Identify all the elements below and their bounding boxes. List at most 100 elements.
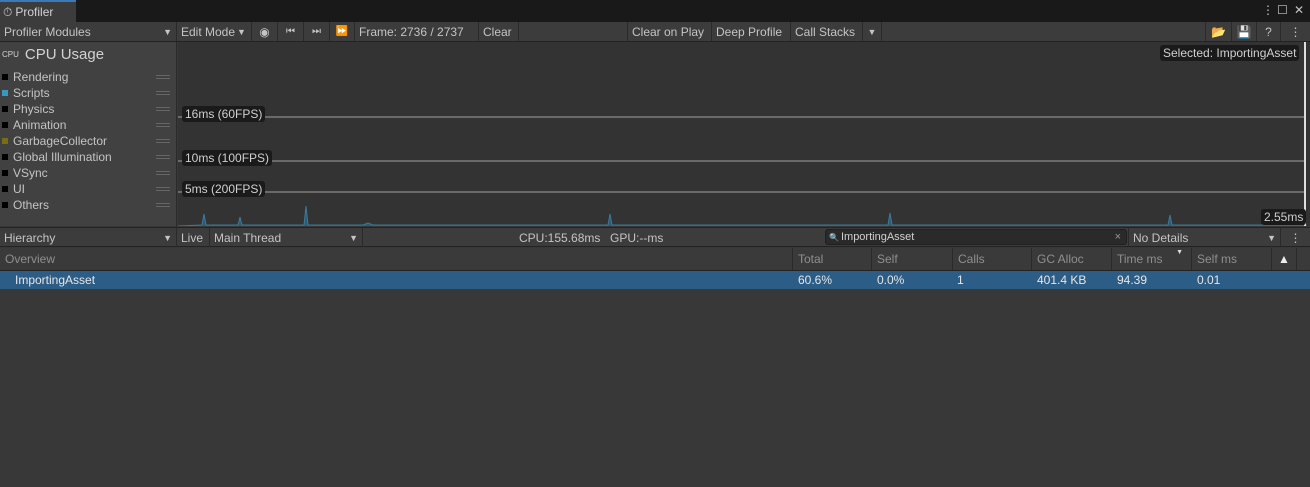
thread-dropdown[interactable]: Main Thread ▼ xyxy=(210,228,363,247)
drag-handle-icon[interactable] xyxy=(156,171,170,175)
color-swatch[interactable] xyxy=(2,122,8,128)
color-swatch[interactable] xyxy=(2,90,8,96)
view-dropdown[interactable]: Hierarchy ▼ xyxy=(0,228,177,247)
legend-label: Others xyxy=(13,198,50,212)
call-stacks-button[interactable]: Call Stacks xyxy=(791,22,863,41)
step-forward-icon: ⏭ xyxy=(312,26,321,37)
deep-profile-button[interactable]: Deep Profile xyxy=(712,22,791,41)
chevron-down-icon: ▼ xyxy=(349,232,358,243)
clear-button[interactable]: Clear xyxy=(479,22,519,41)
current-frame-button[interactable]: ⏩ xyxy=(330,22,355,41)
module-title: CPU Usage xyxy=(24,46,105,63)
legend-item-global-illumination[interactable]: Global Illumination xyxy=(2,149,174,165)
title-bar: ⏱ Profiler ⋮ ☐ ✕ xyxy=(0,0,1310,22)
legend-item-rendering[interactable]: Rendering xyxy=(2,69,174,85)
record-button[interactable]: ◉ xyxy=(252,22,278,41)
row-name: ImportingAsset xyxy=(15,273,96,287)
cpu-icon: CPU xyxy=(2,50,19,59)
table-row[interactable]: ImportingAsset 60.6% 0.0% 1 401.4 KB 94.… xyxy=(0,271,1310,289)
save-button[interactable]: 💾 xyxy=(1232,22,1257,41)
legend-item-physics[interactable]: Physics xyxy=(2,101,174,117)
legend-label: Rendering xyxy=(13,70,69,84)
legend-item-ui[interactable]: UI xyxy=(2,181,174,197)
row-calls: 1 xyxy=(957,273,964,287)
cpu-module-panel[interactable]: CPU CPU Usage Rendering Scripts Physics Anim… xyxy=(0,42,177,226)
sort-desc-icon: ▼ xyxy=(1176,249,1183,256)
more-icon[interactable]: ⋮ xyxy=(1262,3,1274,17)
search-icon: 🔍 xyxy=(829,232,839,242)
column-time-ms[interactable]: Time ms ▼ xyxy=(1111,248,1191,270)
more-icon: ⋮ xyxy=(1289,24,1302,39)
step-back-icon: ⏮ xyxy=(286,26,295,37)
profiler-modules-dropdown[interactable]: Profiler Modules ▼ xyxy=(0,22,177,41)
chevron-down-icon: ▼ xyxy=(867,26,877,37)
tab-profiler[interactable]: ⏱ Profiler xyxy=(0,0,76,22)
color-swatch[interactable] xyxy=(2,202,8,208)
legend-item-animation[interactable]: Animation xyxy=(2,117,174,133)
details-dropdown[interactable]: No Details ▼ xyxy=(1128,228,1281,247)
first-frame-button[interactable]: ⏮ xyxy=(278,22,304,41)
drag-handle-icon[interactable] xyxy=(156,203,170,207)
details-toolbar: Hierarchy ▼ Live Main Thread ▼ CPU:155.68m… xyxy=(0,227,1310,247)
column-total[interactable]: Total xyxy=(792,248,871,270)
legend-item-scripts[interactable]: Scripts xyxy=(2,85,174,101)
color-swatch[interactable] xyxy=(2,138,8,144)
legend-item-others[interactable]: Others xyxy=(2,197,174,213)
maximize-icon[interactable]: ☐ xyxy=(1277,3,1288,17)
profiler-icon: ⏱ xyxy=(3,4,13,19)
legend-item-garbagecollector[interactable]: GarbageCollector xyxy=(2,133,174,149)
legend-label: Animation xyxy=(13,118,67,132)
cpu-time: CPU:155.68ms xyxy=(519,231,601,245)
color-swatch[interactable] xyxy=(2,154,8,160)
frame-counter: Frame: 2736 / 2737 xyxy=(355,22,479,41)
threshold-label-5ms: 5ms (200FPS) xyxy=(182,181,266,197)
clear-search-icon[interactable]: × xyxy=(1115,231,1121,243)
load-button[interactable]: 📂 xyxy=(1205,22,1232,41)
record-icon: ◉ xyxy=(259,24,270,39)
drag-handle-icon[interactable] xyxy=(156,155,170,159)
chevron-down-icon: ▼ xyxy=(163,26,172,37)
column-overview[interactable]: Overview xyxy=(0,248,792,270)
column-self-ms[interactable]: Self ms xyxy=(1191,248,1271,270)
row-gc-alloc: 401.4 KB xyxy=(1037,273,1087,287)
clear-on-play-button[interactable]: Clear on Play xyxy=(627,22,712,41)
column-self[interactable]: Self xyxy=(871,248,952,270)
legend-label: Scripts xyxy=(13,86,50,100)
drag-handle-icon[interactable] xyxy=(156,75,170,79)
drag-handle-icon[interactable] xyxy=(156,91,170,95)
legend-label: Global Illumination xyxy=(13,150,112,164)
column-gc-alloc[interactable]: GC Alloc xyxy=(1031,248,1111,270)
help-icon: ? xyxy=(1265,24,1272,39)
profiler-toolbar: Profiler Modules ▼ Edit Mode ▼ ◉ ⏮ ⏭ ⏩ Fra… xyxy=(0,22,1310,42)
live-toggle[interactable]: Live xyxy=(177,228,210,247)
drag-handle-icon[interactable] xyxy=(156,107,170,111)
drag-handle-icon[interactable] xyxy=(156,187,170,191)
search-input[interactable]: 🔍 ImportingAsset × xyxy=(825,229,1127,245)
mode-dropdown[interactable]: Edit Mode ▼ xyxy=(177,22,252,41)
chevron-down-icon: ▼ xyxy=(237,26,246,37)
call-stacks-dropdown[interactable]: ▼ xyxy=(863,22,882,41)
details-more-button[interactable]: ⋮ xyxy=(1281,228,1310,247)
color-swatch[interactable] xyxy=(2,74,8,80)
row-self: 0.0% xyxy=(877,273,905,287)
color-swatch[interactable] xyxy=(2,186,8,192)
color-swatch[interactable] xyxy=(2,106,8,112)
more-icon: ⋮ xyxy=(1289,230,1302,245)
chevron-down-icon: ▼ xyxy=(1267,232,1276,243)
drag-handle-icon[interactable] xyxy=(156,139,170,143)
column-warnings[interactable]: ▲ xyxy=(1271,248,1297,270)
legend-label: GarbageCollector xyxy=(13,134,108,148)
row-self-ms: 0.01 xyxy=(1197,273,1221,287)
threshold-label-10ms: 10ms (100FPS) xyxy=(182,150,273,166)
color-swatch[interactable] xyxy=(2,170,8,176)
drag-handle-icon[interactable] xyxy=(156,123,170,127)
legend-label: Physics xyxy=(13,102,55,116)
close-icon[interactable]: ✕ xyxy=(1294,3,1304,17)
next-frame-button[interactable]: ⏭ xyxy=(304,22,330,41)
legend-item-vsync[interactable]: VSync xyxy=(2,165,174,181)
cpu-chart[interactable]: 16ms (60FPS) 10ms (100FPS) 5ms (200FPS) … xyxy=(178,42,1310,226)
more-button[interactable]: ⋮ xyxy=(1281,22,1310,41)
frame-cursor[interactable] xyxy=(1304,42,1306,226)
column-calls[interactable]: Calls xyxy=(952,248,1031,270)
help-button[interactable]: ? xyxy=(1257,22,1281,41)
